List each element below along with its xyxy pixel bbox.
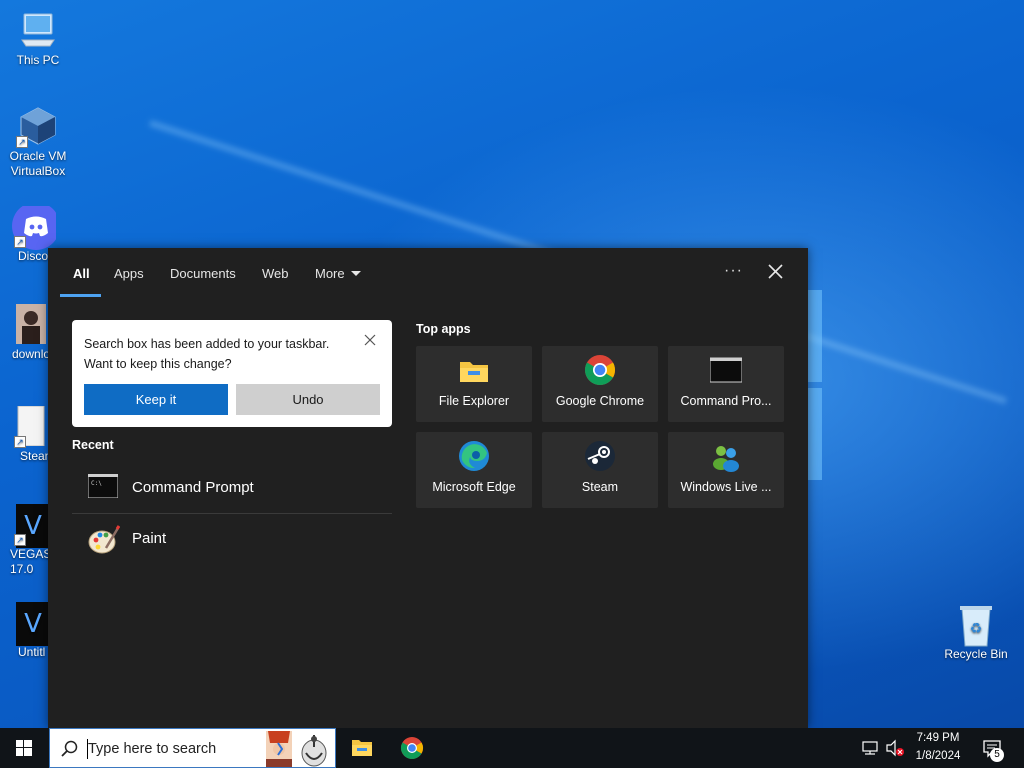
taskbar-search-box[interactable]: Type here to search [49,728,336,768]
keep-it-button[interactable]: Keep it [84,384,228,415]
tab-more-label: More [315,266,345,281]
search-tabs: All Apps Documents Web More ··· [48,248,808,300]
top-app-label: Steam [581,480,619,494]
clock-time[interactable]: 7:49 PM [906,732,970,744]
tab-web[interactable]: Web [262,266,289,281]
top-app-label: Microsoft Edge [432,480,516,494]
top-app-windows-live[interactable]: Windows Live ... [668,432,784,508]
svg-text:V: V [24,511,42,541]
discord-icon: ↗ [12,206,56,250]
search-placeholder: Type here to search [88,741,217,757]
search-panel: All Apps Documents Web More ··· Search b… [48,248,808,728]
caret-down-icon [350,271,361,276]
computer-icon [18,10,58,50]
toast-message: Search box has been added to your taskba… [84,334,329,374]
desktop-icon-label: VEGAS 17.0 [10,547,50,576]
desktop-icon-download[interactable]: downlo [0,304,50,362]
windows-logo-icon [16,740,32,756]
top-app-google-chrome[interactable]: Google Chrome [542,346,658,422]
recent-item-paint[interactable]: Paint [72,514,392,564]
command-prompt-icon [709,354,743,386]
taskbar: Type here to search 7:49 PM 1/8/2024 [0,728,1024,768]
recent-item-command-prompt[interactable]: C:\ Command Prompt [72,463,392,513]
taskbar-search-toast: Search box has been added to your taskba… [72,320,392,427]
desktop-icon-untitled[interactable]: V Untitl [0,602,50,660]
desktop-icon-label: Untitl [18,645,46,659]
desktop-icon-vegas[interactable]: V ↗ VEGAS 17.0 [0,504,50,577]
top-app-label: File Explorer [438,394,510,408]
top-app-label: Windows Live ... [680,480,772,494]
search-icon [60,739,80,759]
toast-line-1: Search box has been added to your taskba… [84,337,330,351]
top-app-command-prompt[interactable]: Command Pro... [668,346,784,422]
recycle-bin-icon: ♻ [956,604,996,647]
desktop-icon-label: Stean [20,449,50,463]
svg-text:V: V [24,609,42,639]
svg-text:C:\: C:\ [91,480,102,487]
top-app-steam[interactable]: Steam [542,432,658,508]
toast-line-2: Want to keep this change? [84,357,232,371]
desktop-icon-label: This PC [16,53,60,67]
chrome-icon [401,737,423,759]
tab-documents[interactable]: Documents [170,266,236,281]
recent-section-title: Recent [72,438,114,452]
edge-icon [458,440,490,472]
desktop-icon-label: downlo [12,347,50,361]
undo-button[interactable]: Undo [236,384,380,415]
shortcut-arrow-icon: ↗ [14,534,26,546]
desktop-icon-virtualbox[interactable]: ↗ Oracle VM VirtualBox [0,106,76,179]
file-explorer-icon [352,740,372,756]
steam-icon [584,440,616,472]
close-icon[interactable] [766,262,786,282]
vegas-project-icon: V [16,602,50,646]
tab-more[interactable]: More [315,266,361,281]
windows-live-icon [710,440,742,472]
vegas-icon: V ↗ [14,504,50,548]
top-apps-section-title: Top apps [416,322,471,336]
start-button[interactable] [0,728,48,768]
paint-icon [88,524,121,556]
shortcut-arrow-icon: ↗ [14,436,26,448]
search-highlight-image [266,731,332,767]
toast-close-icon[interactable] [362,332,378,348]
network-icon[interactable] [860,738,880,758]
clock-date[interactable]: 1/8/2024 [906,750,970,762]
desktop-icon-steam-file[interactable]: ↗ Stean [0,406,50,464]
chrome-icon [584,354,616,386]
taskbar-file-explorer[interactable] [338,728,386,768]
taskbar-chrome[interactable] [388,728,436,768]
desktop-icon-recycle-bin[interactable]: ♻ Recycle Bin [936,604,1016,662]
desktop-icon-this-pc[interactable]: This PC [0,10,76,68]
tab-apps[interactable]: Apps [114,266,144,281]
active-tab-indicator [60,294,101,297]
more-options-icon[interactable]: ··· [724,262,743,280]
notification-count-badge: 5 [990,748,1004,762]
top-app-label: Google Chrome [555,394,645,408]
shortcut-arrow-icon: ↗ [14,236,26,248]
top-app-microsoft-edge[interactable]: Microsoft Edge [416,432,532,508]
blank-file-icon: ↗ [14,406,46,448]
svg-text:♻: ♻ [970,621,983,637]
image-file-icon [16,304,46,344]
recent-item-label: Command Prompt [132,479,254,496]
recent-item-label: Paint [132,530,167,547]
volume-muted-icon[interactable] [884,738,906,758]
tab-all[interactable]: All [73,266,90,281]
shortcut-arrow-icon: ↗ [16,136,28,148]
top-app-file-explorer[interactable]: File Explorer [416,346,532,422]
command-prompt-icon: C:\ [87,473,119,499]
top-app-label: Command Pro... [680,394,772,408]
file-explorer-icon [458,354,490,386]
virtualbox-icon: ↗ [16,106,58,148]
desktop-icon-label: Recycle Bin [944,647,1008,661]
desktop-icon-label: Oracle VM VirtualBox [9,149,67,178]
